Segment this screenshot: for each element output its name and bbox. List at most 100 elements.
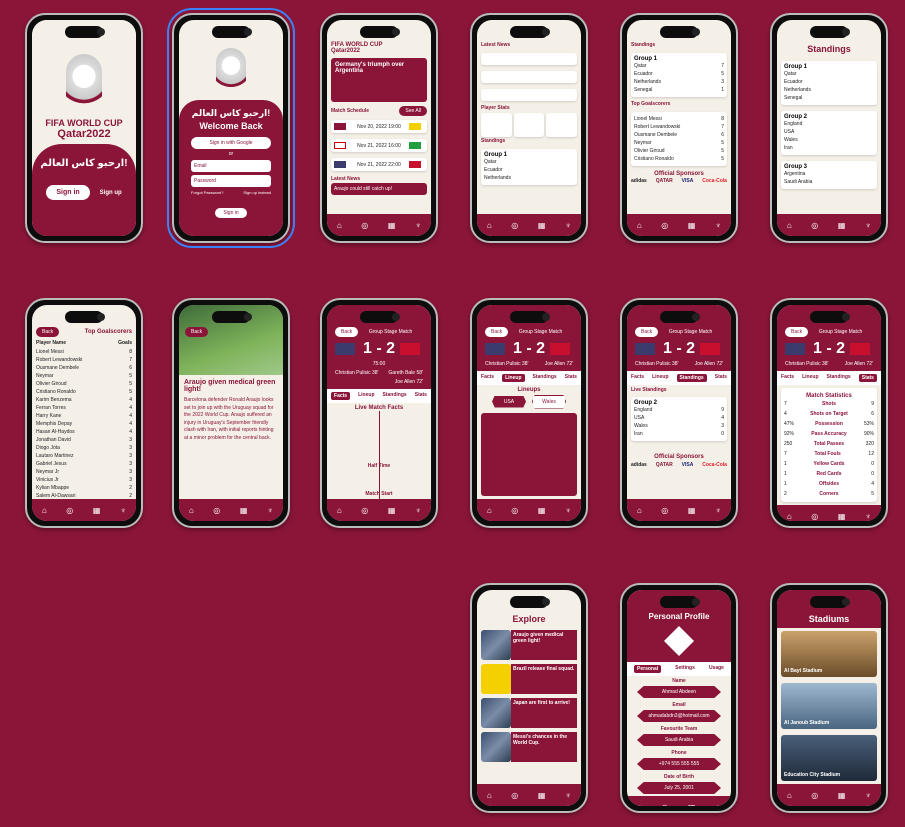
tab-facts[interactable]: Facts xyxy=(331,392,351,400)
stadium-card[interactable]: Education City Stadium xyxy=(781,735,877,781)
scorer-row[interactable]: Jonathan David 3 xyxy=(32,436,136,444)
password-input[interactable]: Password xyxy=(191,175,271,187)
trophy-icon[interactable]: ♆ xyxy=(865,221,871,230)
compass-icon[interactable]: ◎ xyxy=(213,506,220,515)
calendar-icon[interactable]: ▦ xyxy=(838,512,846,521)
scorer-row[interactable]: Diogo Jota 3 xyxy=(32,444,136,452)
signin-button[interactable]: Sign in xyxy=(46,185,90,200)
scorer-row[interactable]: Memphis Depay 4 xyxy=(32,420,136,428)
calendar-icon[interactable]: ▦ xyxy=(538,221,546,230)
trophy-icon[interactable]: ♆ xyxy=(120,506,126,515)
home-icon[interactable]: ⌂ xyxy=(487,791,492,800)
home-icon[interactable]: ⌂ xyxy=(42,506,47,515)
compass-icon[interactable]: ◎ xyxy=(361,506,368,515)
compass-icon[interactable]: ◎ xyxy=(811,791,818,800)
stadium-card[interactable]: Al Janoub Stadium xyxy=(781,683,877,729)
calendar-icon[interactable]: ▦ xyxy=(538,506,546,515)
scorer-row[interactable]: Neymar 5 xyxy=(32,372,136,380)
scorer-row[interactable]: Ferran Torres 4 xyxy=(32,404,136,412)
home-icon[interactable]: ⌂ xyxy=(637,221,642,230)
tab-lineup[interactable]: Lineup xyxy=(358,392,374,400)
back-button[interactable]: Back xyxy=(185,327,209,337)
scorer-row[interactable]: Cristiano Ronaldo 5 xyxy=(32,388,136,396)
calendar-icon[interactable]: ▦ xyxy=(388,506,396,515)
news-card[interactable]: Japan are first to arrive! xyxy=(481,88,577,101)
news-item[interactable]: Japan are first to arrive! xyxy=(511,698,577,728)
tab-stats[interactable]: Stats xyxy=(858,374,877,382)
compass-icon[interactable]: ◎ xyxy=(661,221,668,230)
news-card[interactable]: Araujo could still catch up! xyxy=(331,183,427,195)
trophy-icon[interactable]: ♆ xyxy=(267,506,273,515)
news-item[interactable]: Brazil release final squad. xyxy=(511,664,577,694)
scorer-row[interactable]: Olivier Giroud 5 xyxy=(32,380,136,388)
stadium-card[interactable]: Al Bayt Stadium xyxy=(781,631,877,677)
signup-link[interactable]: Sign up instead xyxy=(243,190,271,195)
home-icon[interactable]: ⌂ xyxy=(637,803,642,807)
signin-button[interactable]: Sign in xyxy=(215,208,247,218)
compass-icon[interactable]: ◎ xyxy=(511,506,518,515)
news-item[interactable]: Messi's chances in the World Cup. xyxy=(511,732,577,762)
team-wales-toggle[interactable]: Wales xyxy=(532,394,566,409)
tab-stats[interactable]: Stats xyxy=(565,374,577,382)
trophy-icon[interactable]: ♆ xyxy=(565,506,571,515)
scorer-row[interactable]: Kylian Mbappe 2 xyxy=(32,484,136,492)
forgot-link[interactable]: Forgot Password? xyxy=(191,190,223,195)
scorer-row[interactable]: Hasan Al-Haydos 4 xyxy=(32,428,136,436)
calendar-icon[interactable]: ▦ xyxy=(688,506,696,515)
home-icon[interactable]: ⌂ xyxy=(337,506,342,515)
tab-standings[interactable]: Standings xyxy=(383,392,407,400)
trophy-icon[interactable]: ♆ xyxy=(715,803,721,807)
home-icon[interactable]: ⌂ xyxy=(787,221,792,230)
scorer-row[interactable]: Vinicius Jr 3 xyxy=(32,476,136,484)
compass-icon[interactable]: ◎ xyxy=(66,506,73,515)
back-button[interactable]: Back xyxy=(785,326,809,337)
home-icon[interactable]: ⌂ xyxy=(787,791,792,800)
compass-icon[interactable]: ◎ xyxy=(511,221,518,230)
tab-facts[interactable]: Facts xyxy=(481,374,494,382)
tab-stats[interactable]: Stats xyxy=(715,374,727,382)
back-button[interactable]: Back xyxy=(635,326,659,337)
calendar-icon[interactable]: ▦ xyxy=(838,221,846,230)
email-input[interactable]: Email xyxy=(191,160,271,172)
trophy-icon[interactable]: ♆ xyxy=(415,506,421,515)
calendar-icon[interactable]: ▦ xyxy=(388,221,396,230)
home-icon[interactable]: ⌂ xyxy=(637,506,642,515)
home-icon[interactable]: ⌂ xyxy=(787,512,792,521)
tab-standings[interactable]: Standings xyxy=(676,374,707,382)
tab-lineup[interactable]: Lineup xyxy=(652,374,668,382)
scorer-row[interactable]: Gabriel Jesus 3 xyxy=(32,460,136,468)
tab-settings[interactable]: Settings xyxy=(675,665,695,673)
calendar-icon[interactable]: ▦ xyxy=(538,791,546,800)
compass-icon[interactable]: ◎ xyxy=(661,803,668,807)
match-card[interactable]: Nov 21, 2022 22:00 xyxy=(331,158,427,171)
calendar-icon[interactable]: ▦ xyxy=(838,791,846,800)
news-card[interactable]: Araujo given green light! xyxy=(481,52,577,65)
signup-link[interactable]: Sign up xyxy=(100,190,122,196)
scorer-row[interactable]: Ousmane Dembele 6 xyxy=(32,364,136,372)
scorer-row[interactable]: Robert Lewandowski 7 xyxy=(32,356,136,364)
calendar-icon[interactable]: ▦ xyxy=(93,506,101,515)
tab-lineup[interactable]: Lineup xyxy=(802,374,818,382)
dob-field[interactable]: July 25, 2001 xyxy=(637,782,721,794)
match-card[interactable]: Nov 21, 2022 16:00 xyxy=(331,139,427,152)
scorer-row[interactable]: Lautaro Martinez 3 xyxy=(32,452,136,460)
news-card[interactable]: Brazil release final squad. xyxy=(481,70,577,83)
scorer-row[interactable]: Harry Kane 4 xyxy=(32,412,136,420)
scorer-row[interactable]: Salem Al-Dawsari 2 xyxy=(32,492,136,500)
compass-icon[interactable]: ◎ xyxy=(811,221,818,230)
calendar-icon[interactable]: ▦ xyxy=(688,221,696,230)
name-field[interactable]: Ahmad Abdeen xyxy=(637,686,721,698)
match-card[interactable]: Nov 20, 2022 19:00 xyxy=(331,120,427,133)
team-field[interactable]: Saudi Arabia xyxy=(637,734,721,746)
calendar-icon[interactable]: ▦ xyxy=(688,803,696,807)
trophy-icon[interactable]: ♆ xyxy=(715,221,721,230)
tab-stats[interactable]: Stats xyxy=(415,392,427,400)
team-usa-toggle[interactable]: USA xyxy=(492,395,526,408)
trophy-icon[interactable]: ♆ xyxy=(565,791,571,800)
google-signin-button[interactable]: Sign in with Google xyxy=(191,137,271,149)
headline-banner[interactable]: Germany's triumph over Argentina xyxy=(331,58,427,102)
home-icon[interactable]: ⌂ xyxy=(189,506,194,515)
back-button[interactable]: Back xyxy=(335,326,359,337)
trophy-icon[interactable]: ♆ xyxy=(565,221,571,230)
player-card[interactable] xyxy=(546,112,578,137)
